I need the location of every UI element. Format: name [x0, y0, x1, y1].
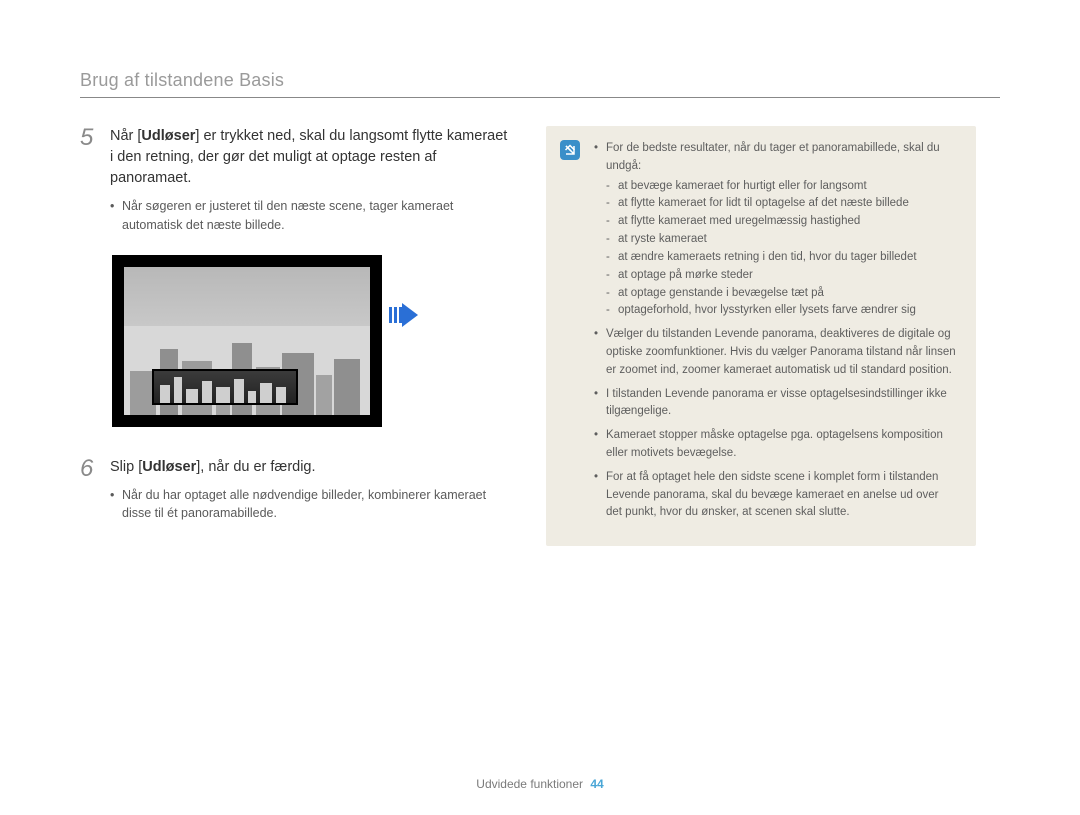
step-6: 6 Slip [Udløser], når du er færdig. Når …	[80, 457, 510, 528]
info-box: For de bedste resultater, når du tager e…	[546, 126, 976, 546]
info-bullet: Kameraet stopper måske optagelse pga. op…	[594, 427, 956, 463]
step-6-text: Slip [Udløser], når du er færdig.	[110, 457, 510, 478]
footer-section: Udvidede funktioner	[476, 777, 583, 791]
info-bullet: I tilstanden Levende panorama er visse o…	[594, 386, 956, 422]
step-number: 5	[80, 126, 96, 239]
column-left: 5 Når [Udløser] er trykket ned, skal du …	[80, 126, 510, 537]
panorama-illustration	[112, 255, 382, 427]
page-footer: Udvidede funktioner 44	[0, 777, 1080, 791]
footer-page-number: 44	[590, 777, 603, 791]
info-bullet: Vælger du tilstanden Levende panorama, d…	[594, 326, 956, 379]
info-dash: at flytte kameraet for lidt til optagels…	[606, 195, 956, 213]
step-5-bullet: Når søgeren er justeret til den næste sc…	[110, 197, 510, 235]
page-title: Brug af tilstandene Basis	[80, 70, 1000, 91]
info-intro-item: For de bedste resultater, når du tager e…	[594, 140, 956, 320]
info-intro: For de bedste resultater, når du tager e…	[606, 142, 940, 172]
text: Når [	[110, 128, 141, 144]
content-columns: 5 Når [Udløser] er trykket ned, skal du …	[80, 126, 1000, 546]
step-number: 6	[80, 457, 96, 528]
direction-arrow-tail	[389, 307, 402, 323]
direction-arrow-icon	[402, 303, 418, 327]
info-dash: at ryste kameraet	[606, 231, 956, 249]
text: Slip [	[110, 459, 142, 475]
info-bullet: For at få optaget hele den sidste scene …	[594, 469, 956, 522]
info-dash: at ændre kameraets retning i den tid, hv…	[606, 249, 956, 267]
text: ], når du er færdig.	[196, 459, 315, 475]
info-dash: at optage på mørke steder	[606, 267, 956, 285]
info-dash: at optage genstande i bevægelse tæt på	[606, 285, 956, 303]
note-icon	[560, 140, 580, 160]
column-right: For de bedste resultater, når du tager e…	[546, 126, 976, 546]
step-6-bullet: Når du har optaget alle nødvendige bille…	[110, 486, 510, 524]
info-dash: at bevæge kameraet for hurtigt eller for…	[606, 178, 956, 196]
info-dash: at flytte kameraet med uregelmæssig hast…	[606, 213, 956, 231]
step-5: 5 Når [Udløser] er trykket ned, skal du …	[80, 126, 510, 239]
header-rule	[80, 97, 1000, 98]
step-5-text: Når [Udløser] er trykket ned, skal du la…	[110, 126, 510, 189]
info-dash: optageforhold, hvor lysstyrken eller lys…	[606, 302, 956, 320]
bold-term: Udløser	[141, 128, 195, 144]
bold-term: Udløser	[142, 459, 196, 475]
